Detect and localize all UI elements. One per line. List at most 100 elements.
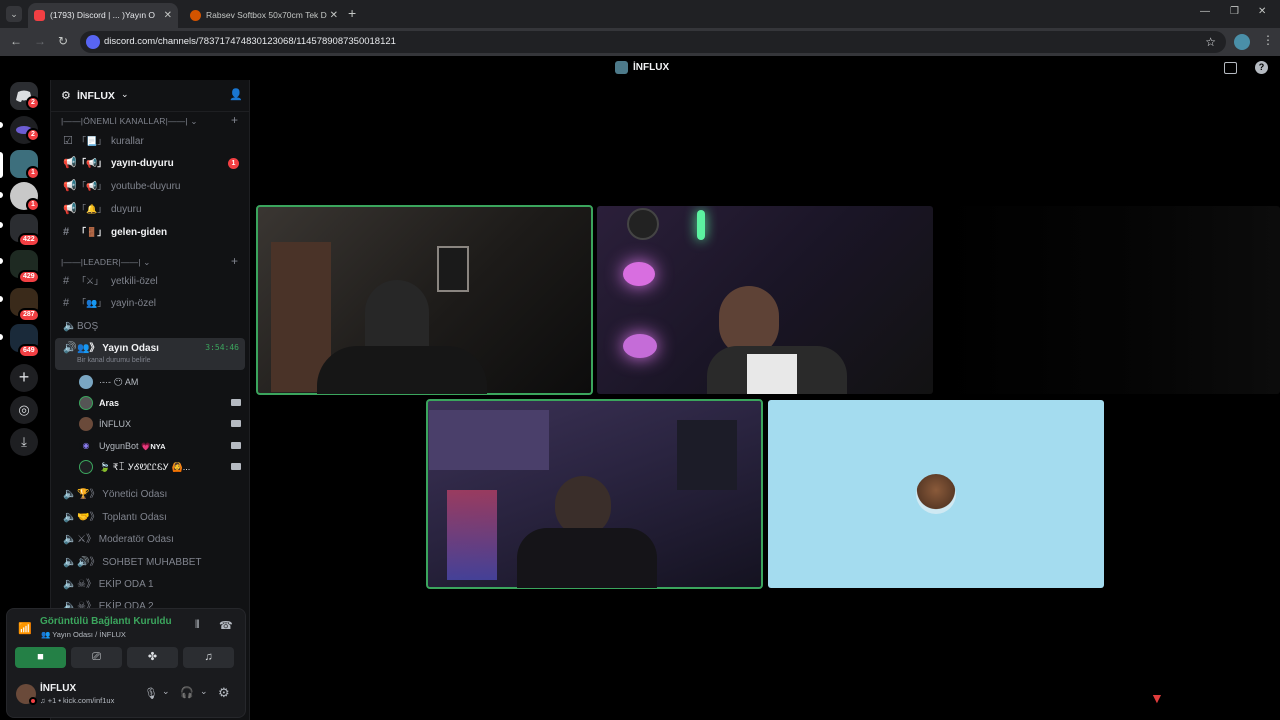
headphones-icon[interactable]: 🎧 — [180, 686, 194, 699]
explore-servers-icon[interactable]: ◎ — [10, 396, 38, 424]
help-icon[interactable]: ? — [1255, 61, 1268, 74]
shop-favicon-icon — [190, 10, 201, 21]
noise-suppression-icon[interactable]: ⫴ — [195, 619, 200, 632]
voice-channel-moderator[interactable]: 🔈⚔》 Moderatör Odası — [55, 528, 245, 550]
inbox-icon[interactable] — [1224, 62, 1237, 74]
category-important[interactable]: |——|ÖNEMLİ KANALLAR|——| ⌄ — [61, 116, 198, 127]
server-icon — [615, 61, 628, 74]
forward-icon[interactable]: → — [34, 34, 46, 48]
avatar — [79, 417, 93, 431]
tab-search-button[interactable]: ⌄ — [6, 6, 22, 22]
url-text: discord.com/channels/783717474830123068/… — [104, 36, 396, 47]
voice-channel-ekip-1[interactable]: 🔈☠》 EKİP ODA 1 — [55, 573, 245, 595]
connection-status[interactable]: Görüntülü Bağlantı Kuruldu — [40, 616, 172, 627]
video-tile-streamer-3[interactable] — [426, 399, 763, 589]
active-indicator — [0, 152, 3, 178]
megaphone-icon: 📢 — [63, 157, 77, 169]
profile-avatar[interactable] — [1234, 34, 1250, 50]
browser-tab-bar: ⌄ (1793) Discord | ... )Yayın O ✕ Rabsev… — [0, 0, 1280, 28]
speaker-icon: 🔈 — [63, 488, 77, 500]
speaker-icon: 🔈 — [63, 556, 77, 568]
signal-icon[interactable]: 📶 — [15, 619, 35, 639]
channel-yayin-ozel[interactable]: # 「👥」 yayin-özel — [55, 292, 245, 314]
tab-label: (1793) Discord | ... )Yayın O — [50, 10, 156, 20]
close-tab-icon[interactable]: ✕ — [164, 3, 172, 28]
neon-lamp-top — [623, 262, 655, 286]
category-leader[interactable]: |——|LEADER|——| ⌄ — [61, 257, 151, 268]
avatar — [79, 396, 93, 410]
server-header[interactable]: ⚙ İNFLUX ⌄ 👤 — [51, 80, 249, 112]
folder-badge: 287 — [18, 308, 40, 322]
invite-people-icon[interactable]: 👤 — [229, 88, 243, 101]
bookmark-star-icon[interactable]: ☆ — [1205, 31, 1216, 53]
server-gear-icon: ⚙ — [61, 90, 71, 102]
close-tab-icon[interactable]: ✕ — [330, 3, 338, 28]
channel-kurallar[interactable]: ☑ 「📃」 kurallar — [55, 130, 245, 152]
channel-yayin-duyuru[interactable]: 📢「📢」 yayın-duyuru 1 — [55, 152, 245, 174]
speaker-active-icon: 🔊 — [63, 342, 77, 354]
channel-duyuru[interactable]: 📢「🔔」 duyuru — [55, 198, 245, 220]
neon-cactus — [697, 210, 705, 240]
browser-tab-discord[interactable]: (1793) Discord | ... )Yayın O ✕ — [28, 3, 178, 28]
voice-channel-yonetici[interactable]: 🔈🏆》 Yönetici Odası — [55, 483, 245, 505]
browser-tab-rabsev[interactable]: Rabsev Softbox 50x70cm Tek D ✕ — [184, 3, 344, 28]
user-panel: İNFLUX ♫ +1 • kick.com/inf1ux 🎙 ⌄ 🎧 ⌄ ⚙ — [6, 676, 246, 716]
share-screen-button[interactable]: ⎚ — [71, 647, 122, 668]
browser-menu-icon[interactable]: ⋮ — [1262, 33, 1274, 47]
create-channel-icon[interactable]: + — [231, 254, 238, 268]
soundboard-button[interactable]: ♫ — [183, 647, 234, 668]
window-title: İNFLUX — [633, 62, 670, 73]
minimize-icon[interactable]: — — [1200, 6, 1210, 17]
avatar — [79, 460, 93, 474]
restore-icon[interactable]: ❐ — [1230, 6, 1239, 17]
channel-gelen-giden[interactable]: # 「🚪」 gelen-giden — [55, 221, 245, 243]
address-bar[interactable]: discord.com/channels/783717474830123068/… — [80, 31, 1226, 53]
video-tile-streamer-1[interactable] — [256, 205, 593, 395]
dm-badge: 2 — [26, 96, 40, 110]
voice-channel-bos[interactable]: 🔈BOŞ — [55, 315, 245, 337]
server-badge: 1 — [26, 198, 40, 212]
voice-channel-path[interactable]: 👥 Yayın Odası / İNFLUX — [41, 630, 126, 639]
add-server-icon[interactable]: + — [10, 364, 38, 392]
video-tile-avatar-only[interactable] — [768, 400, 1104, 588]
unread-pip — [0, 296, 3, 302]
tab-label: Rabsev Softbox 50x70cm Tek D — [206, 10, 327, 20]
mic-options-icon[interactable]: ⌄ — [162, 686, 170, 697]
video-tile-streamer-2[interactable] — [597, 206, 933, 394]
user-settings-gear-icon[interactable]: ⚙ — [218, 685, 230, 701]
camera-button[interactable]: ■ — [15, 647, 66, 668]
voice-channel-yayin-odasi[interactable]: 🔊👥》 Yayın Odası 3:54:46 Bir kanal durumu… — [55, 338, 245, 370]
disconnect-icon[interactable]: ☎ — [219, 619, 233, 632]
folder-badge: 649 — [18, 344, 40, 358]
back-icon[interactable]: ← — [10, 34, 22, 48]
new-tab-icon[interactable]: + — [348, 5, 356, 21]
shirt — [747, 354, 797, 394]
channel-youtube-duyuru[interactable]: 📢「📢」 youtube-duyuru — [55, 175, 245, 197]
dnd-status-dot — [29, 697, 37, 705]
person-body — [317, 346, 487, 394]
site-info-icon[interactable] — [86, 35, 100, 49]
user-tag: 💗NYA — [141, 442, 166, 451]
reload-icon[interactable]: ↻ — [58, 34, 68, 48]
voice-user[interactable]: ·-·- 😶 AM — [79, 372, 245, 392]
server-name: İNFLUX — [77, 90, 115, 102]
voice-channel-toplanti[interactable]: 🔈🤝》 Toplantı Odası — [55, 506, 245, 528]
unread-pip — [0, 222, 3, 228]
audio-options-icon[interactable]: ⌄ — [200, 686, 208, 697]
voice-user[interactable]: İNFLUX — [79, 414, 245, 434]
voice-user[interactable]: 🍃 ₹ꀤ ᎩᎴᏬᏝᏝᏋᎩ 🙆... — [79, 457, 245, 477]
channel-status-hint[interactable]: Bir kanal durumu belirle — [77, 356, 151, 366]
create-channel-icon[interactable]: + — [231, 113, 238, 127]
username[interactable]: İNFLUX — [40, 683, 76, 694]
download-apps-icon[interactable]: ⤓ — [10, 428, 38, 456]
microphone-icon[interactable]: 🎙 — [144, 687, 158, 700]
voice-user[interactable]: ◉ UygunBot 💗NYA — [79, 436, 245, 456]
close-window-icon[interactable]: ✕ — [1258, 6, 1266, 17]
unread-pip — [0, 258, 3, 264]
channel-yetkili-ozel[interactable]: # 「⚔」 yetkili-özel — [55, 270, 245, 292]
voice-channel-sohbet[interactable]: 🔈🔊》 SOHBET MUHABBET — [55, 551, 245, 573]
server-badge: 2 — [26, 128, 40, 142]
voice-user[interactable]: Aras — [79, 393, 245, 413]
activities-button[interactable]: ✤ — [127, 647, 178, 668]
rules-icon: ☑ — [63, 135, 73, 147]
